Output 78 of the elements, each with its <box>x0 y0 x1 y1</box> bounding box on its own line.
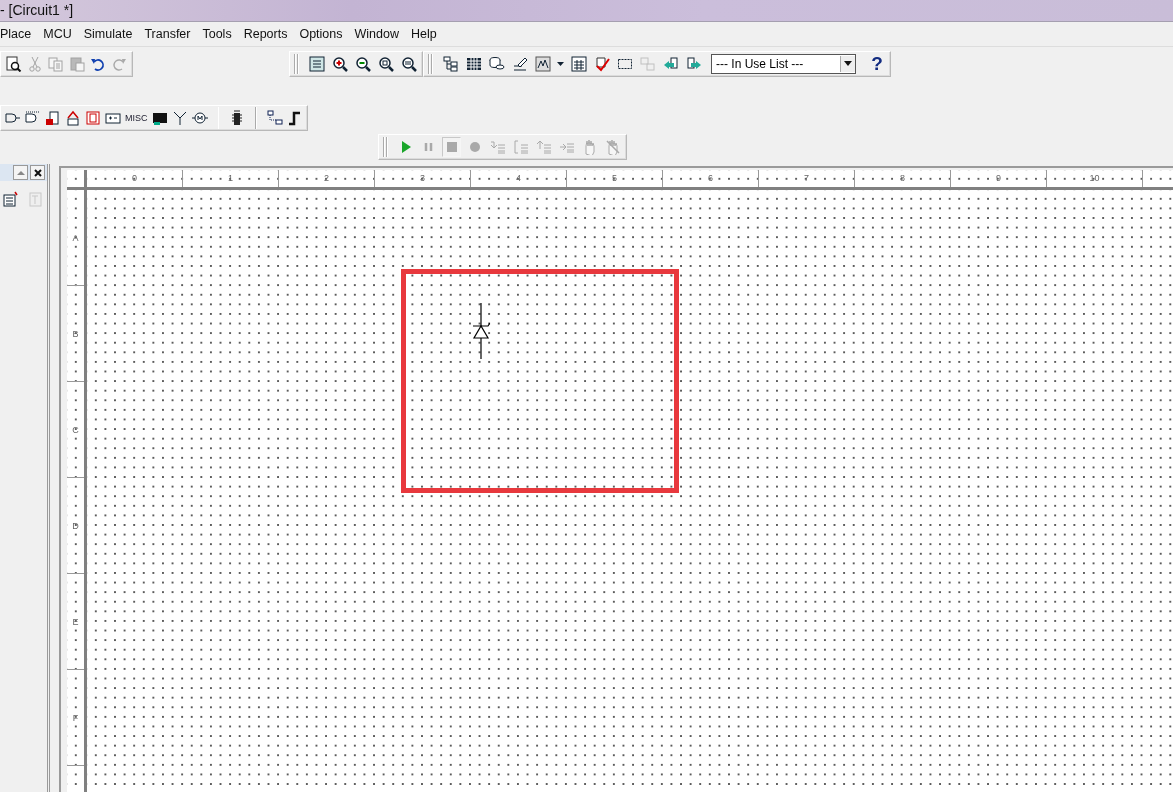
ruler-label: D <box>67 478 84 574</box>
grapher-button[interactable] <box>533 53 552 74</box>
clipboard-icon <box>69 55 86 72</box>
close-icon <box>33 168 42 177</box>
postprocessor-button[interactable] <box>569 53 588 74</box>
monitor-icon <box>151 110 168 126</box>
in-use-list-dropdown[interactable]: --- In Use List --- <box>711 53 856 74</box>
list-arrow-icon <box>512 139 529 155</box>
ruler-label: 4 <box>471 170 567 187</box>
toolbar-grip[interactable] <box>428 53 433 74</box>
page-magnifier-icon <box>5 55 22 72</box>
arrow-left-icon <box>662 55 679 72</box>
arrow-right-icon <box>685 55 702 72</box>
help-button[interactable]: ? <box>868 53 886 74</box>
calculator-icon <box>570 55 587 72</box>
menu-item[interactable]: Reports <box>243 24 288 44</box>
menu-item[interactable]: Simulate <box>83 24 133 44</box>
page-icon <box>27 191 43 207</box>
hierarchical-block-button[interactable] <box>267 108 283 128</box>
ruler-label: 0 <box>87 170 183 187</box>
menu-item[interactable]: MCU <box>43 24 72 44</box>
new-sheet-button[interactable] <box>2 190 20 208</box>
tree-icon <box>442 55 459 72</box>
indicator-button[interactable] <box>85 108 101 128</box>
gate-icon <box>25 110 41 126</box>
cylinders-icon <box>488 55 505 72</box>
pencil-icon <box>511 55 528 72</box>
gate-icon <box>5 110 21 126</box>
magnifier-minus-icon <box>354 55 371 72</box>
ruler-label: 9 <box>951 170 1047 187</box>
menu-item[interactable]: Place <box>0 24 32 44</box>
ruler-label: 2 <box>279 170 375 187</box>
scissors-icon <box>26 55 43 72</box>
ruler-label: 5 <box>567 170 663 187</box>
ruler-label: 8 <box>855 170 951 187</box>
magnifier-grid-icon <box>400 55 417 72</box>
menu-item[interactable]: Window <box>354 24 399 44</box>
step-line-icon <box>287 110 303 126</box>
ruler-label: F <box>67 670 84 766</box>
hand-icon <box>604 139 621 155</box>
blocks-icon <box>267 110 283 126</box>
battery-icon <box>105 110 121 126</box>
ruler-label: 6 <box>663 170 759 187</box>
ruler-label: E <box>67 574 84 670</box>
check-mark-icon <box>593 55 610 72</box>
menu-item[interactable]: Transfer <box>144 24 191 44</box>
ruler-label: 1 <box>183 170 279 187</box>
window-title: - [Circuit1 *] <box>0 1 74 20</box>
triangle-up-icon <box>16 169 25 176</box>
display-icon <box>85 110 101 126</box>
menu-item[interactable]: Help <box>411 24 437 44</box>
ruler-label: B <box>67 286 84 382</box>
grid-icon <box>465 55 482 72</box>
menu-item[interactable]: Options <box>299 24 343 44</box>
motor-icon <box>191 110 208 126</box>
pages-icon <box>47 55 64 72</box>
ruler-label: C <box>67 382 84 478</box>
antenna-icon <box>171 110 188 126</box>
blocks-icon <box>639 55 656 72</box>
chart-icon <box>534 55 551 72</box>
ruler-label: 3 <box>375 170 471 187</box>
ruler-label: 10 <box>1047 170 1143 187</box>
list-arrow-icon <box>489 139 506 155</box>
zener-diode-symbol <box>472 303 490 359</box>
toolbar-grip[interactable] <box>294 53 299 74</box>
hierarchy-button[interactable] <box>441 53 460 74</box>
magnifier-plus-icon <box>331 55 348 72</box>
close-button[interactable] <box>30 165 45 180</box>
ruler-label: A <box>67 190 84 286</box>
caret-icon <box>844 60 852 67</box>
misc-button[interactable]: MISC <box>125 108 148 128</box>
menu-item[interactable]: Tools <box>202 24 232 44</box>
ruler-label: 7 <box>759 170 855 187</box>
caret-icon <box>557 61 564 66</box>
toolbar-grip[interactable] <box>383 137 388 157</box>
list-arrow-icon <box>535 139 552 155</box>
print-preview-button[interactable] <box>5 53 23 74</box>
monitor-icon <box>308 55 325 72</box>
